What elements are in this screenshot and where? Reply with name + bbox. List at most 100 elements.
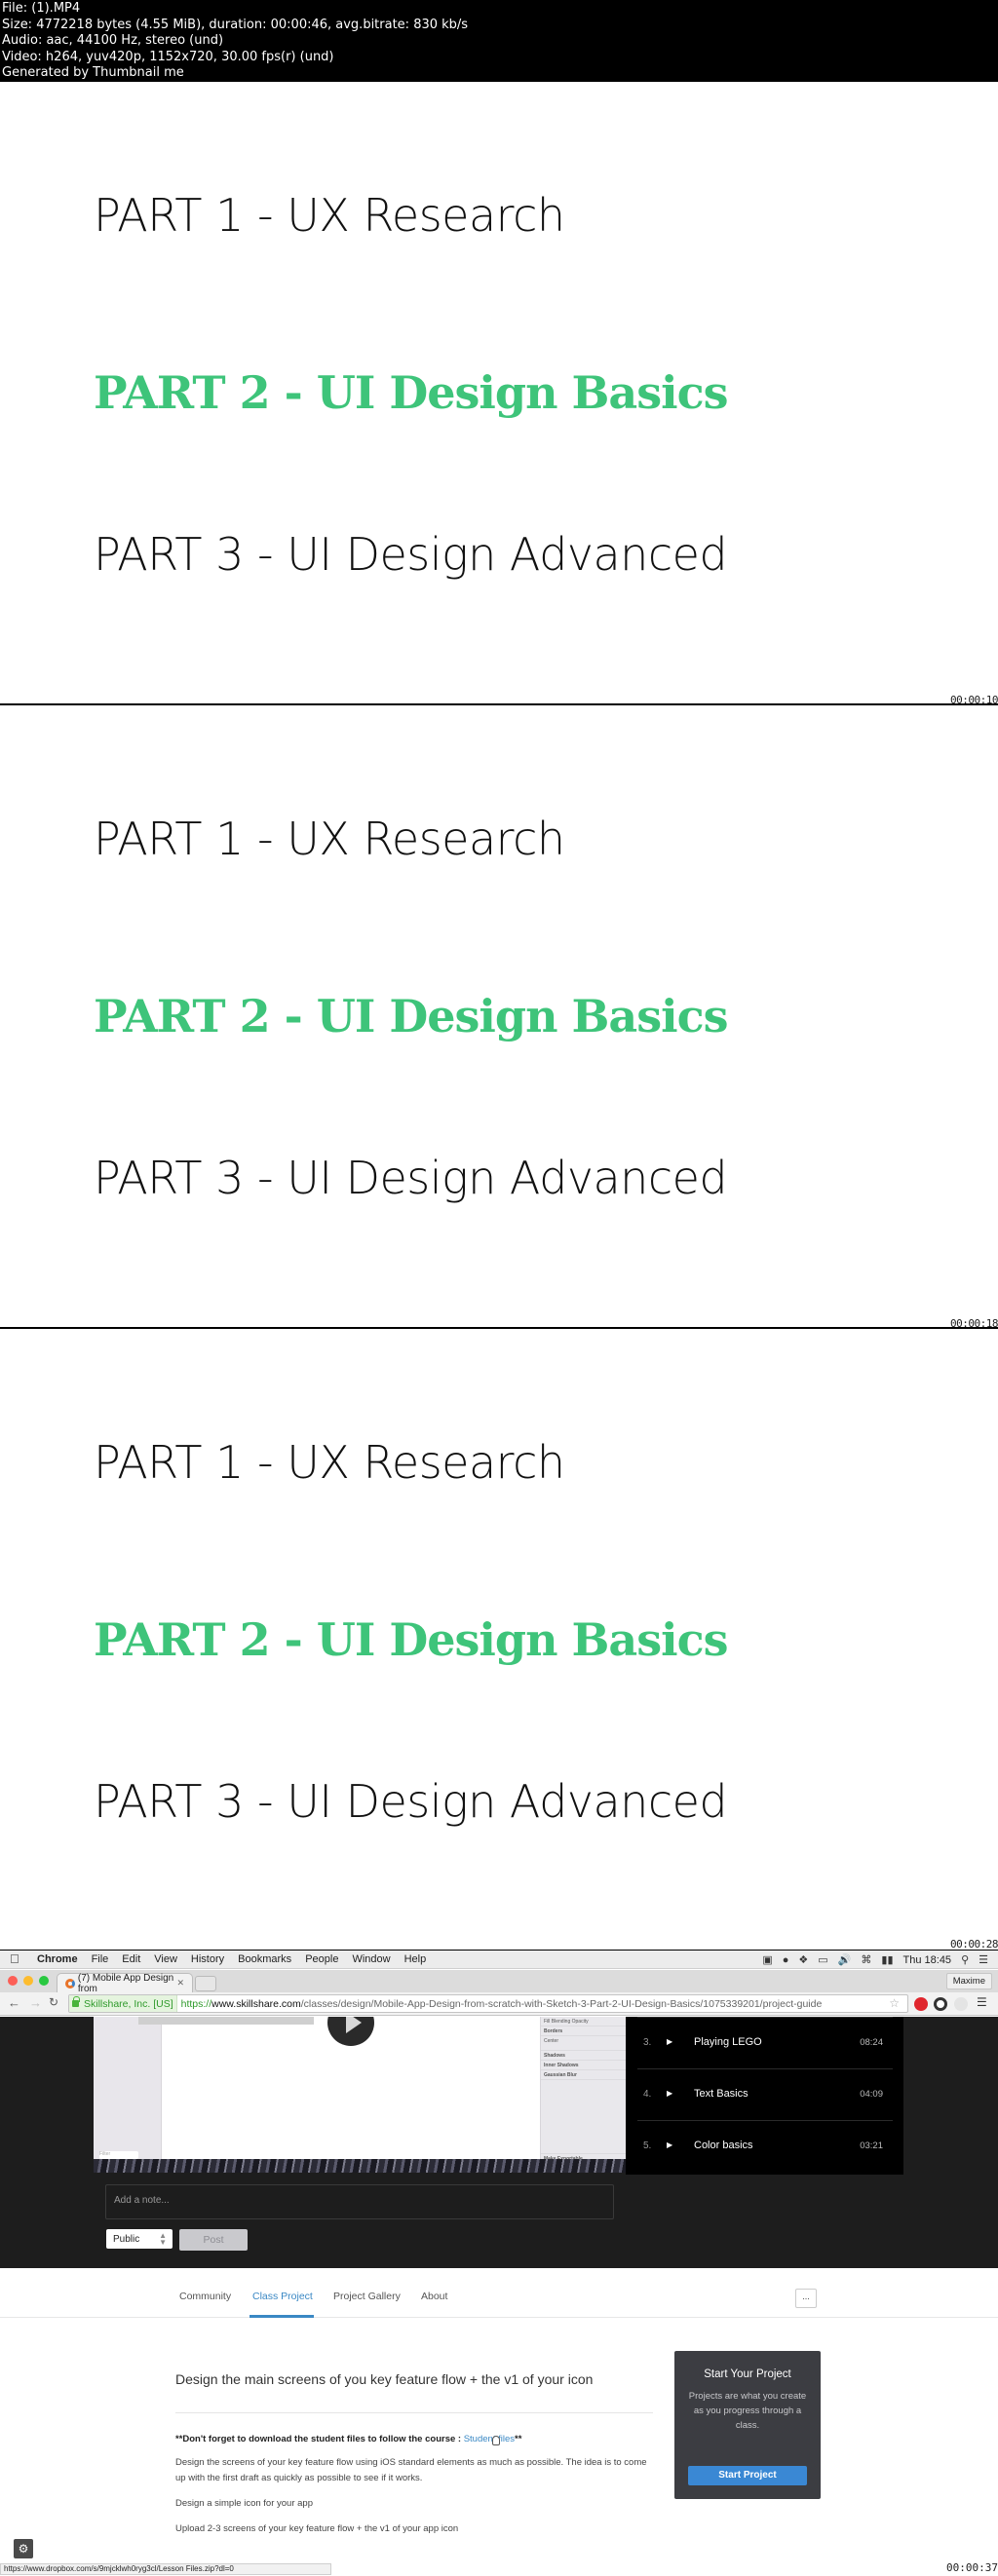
- menu-view[interactable]: View: [154, 1953, 177, 1965]
- evernote-icon[interactable]: ●: [783, 1954, 789, 1966]
- playlist-item[interactable]: 3. ▶ Playing LEGO 08:24: [637, 2017, 893, 2067]
- slide-part-2: PART 2 - UI Design Basics: [94, 1613, 728, 1666]
- lesson-title: Text Basics: [694, 2088, 748, 2100]
- apple-menu-icon[interactable]: : [10, 1952, 23, 1966]
- reload-icon[interactable]: ↻: [49, 1995, 58, 2009]
- screen-record-icon[interactable]: ▣: [762, 1953, 772, 1966]
- lesson-playlist: 3. ▶ Playing LEGO 08:24 4. ▶ Text Basics…: [626, 2017, 903, 2175]
- select-arrows-icon: ▲ ▼: [159, 2231, 167, 2247]
- video-frame-2: PART 1 - UX Research PART 2 - UI Design …: [0, 705, 998, 1330]
- volume-icon[interactable]: 🔊: [838, 1953, 852, 1966]
- video-frame-4-browser:  Chrome File Edit View History Bookmark…: [0, 1951, 998, 2576]
- slide-part-2: PART 2 - UI Design Basics: [94, 366, 728, 419]
- frame-timestamp: 00:00:37: [946, 2561, 998, 2574]
- dropbox-icon[interactable]: ❖: [798, 1953, 808, 1966]
- spotlight-icon[interactable]: ⚲: [961, 1953, 969, 1966]
- menubar-clock[interactable]: Thu 18:45: [903, 1954, 952, 1966]
- battery-icon[interactable]: ▮▮: [881, 1953, 893, 1966]
- slide-part-2: PART 2 - UI Design Basics: [94, 990, 728, 1042]
- more-options-button[interactable]: ...: [795, 2289, 817, 2308]
- browser-tabbar: (7) Mobile App Design from ✕ Maxime: [0, 1970, 998, 1994]
- slide-part-1: PART 1 - UX Research: [94, 813, 565, 865]
- hand-cursor-icon: [492, 2436, 500, 2445]
- play-icon: ▶: [667, 2037, 673, 2046]
- forward-arrow-icon[interactable]: →: [29, 1995, 42, 2010]
- tab-community[interactable]: Community: [179, 2291, 231, 2302]
- menu-window[interactable]: Window: [352, 1953, 390, 1965]
- play-button-icon[interactable]: [327, 2017, 374, 2046]
- video-player[interactable]: Filter Fill Blending Opacity Borders Cen…: [94, 2017, 626, 2173]
- slide-part-1: PART 1 - UX Research: [94, 189, 565, 242]
- reminder-suffix: **: [515, 2434, 522, 2444]
- lesson-title: Playing LEGO: [694, 2036, 762, 2048]
- slide-part-1: PART 1 - UX Research: [94, 1436, 565, 1489]
- file-info-line: Size: 4772218 bytes (4.55 MiB), duration…: [2, 17, 469, 32]
- inspector-row: Center: [541, 2036, 626, 2051]
- address-bar[interactable]: Skillshare, Inc. [US] https:// www.skill…: [68, 1994, 908, 2013]
- tab-about[interactable]: About: [421, 2291, 447, 2302]
- start-project-button[interactable]: Start Project: [688, 2466, 807, 2485]
- menu-app-chrome[interactable]: Chrome: [37, 1953, 78, 1965]
- lesson-number: 5.: [643, 2140, 652, 2151]
- browser-tab-active[interactable]: (7) Mobile App Design from ✕: [57, 1973, 193, 1994]
- video-player-area: Filter Fill Blending Opacity Borders Cen…: [0, 2017, 998, 2268]
- playlist-item[interactable]: 5. ▶ Color basics 03:21: [637, 2120, 893, 2171]
- settings-gear-icon[interactable]: ⚙: [14, 2539, 33, 2558]
- menu-people[interactable]: People: [305, 1953, 338, 1965]
- lesson-number: 4.: [643, 2089, 652, 2100]
- ev-certificate-badge[interactable]: Skillshare, Inc. [US]: [69, 1995, 177, 2012]
- pinterest-extension-icon[interactable]: [914, 1997, 928, 2011]
- back-arrow-icon[interactable]: ←: [8, 1995, 20, 2010]
- add-note-input[interactable]: Add a note...: [105, 2184, 614, 2219]
- file-info-line: File: (1).MP4: [2, 1, 81, 16]
- menu-bookmarks[interactable]: Bookmarks: [238, 1953, 291, 1965]
- profile-button[interactable]: Maxime: [945, 1973, 992, 1989]
- student-files-link[interactable]: Student files: [464, 2434, 515, 2444]
- playlist-item[interactable]: 4. ▶ Text Basics 04:09: [637, 2068, 893, 2119]
- extension-icon[interactable]: [934, 1997, 947, 2011]
- layer-filter-input: Filter: [99, 2151, 138, 2159]
- menu-edit[interactable]: Edit: [122, 1953, 140, 1965]
- play-icon: ▶: [667, 2089, 673, 2098]
- lesson-duration: 04:09: [860, 2089, 883, 2100]
- window-zoom-button[interactable]: [39, 1976, 49, 1986]
- window-close-button[interactable]: [8, 1976, 18, 1986]
- tab-project-gallery[interactable]: Project Gallery: [333, 2291, 401, 2302]
- notification-center-icon[interactable]: ☰: [979, 1953, 988, 1966]
- lesson-number: 3.: [643, 2037, 652, 2048]
- url-scheme: https://: [180, 1997, 212, 2010]
- slide-part-3: PART 3 - UI Design Advanced: [94, 1152, 728, 1204]
- window-minimize-button[interactable]: [23, 1976, 33, 1986]
- lesson-title: Color basics: [694, 2140, 753, 2151]
- menu-history[interactable]: History: [191, 1953, 224, 1965]
- menu-file[interactable]: File: [92, 1953, 109, 1965]
- card-title: Start Your Project: [704, 2368, 791, 2380]
- file-info-line: Generated by Thumbnail me: [2, 65, 184, 80]
- play-icon: ▶: [667, 2140, 673, 2149]
- desktop-wallpaper-strip: [94, 2159, 626, 2173]
- file-info-header: File: (1).MP4 Size: 4772218 bytes (4.55 …: [0, 0, 998, 81]
- lock-icon: [72, 1996, 80, 2007]
- project-paragraph: Design a simple icon for your app: [175, 2498, 313, 2509]
- new-tab-button[interactable]: [195, 1976, 216, 1991]
- airplay-icon[interactable]: ▭: [818, 1953, 827, 1966]
- video-progress-bar[interactable]: [138, 2017, 314, 2025]
- frame-timestamp: 00:00:28: [950, 1938, 998, 1951]
- project-paragraph: Design the screens of your key feature f…: [175, 2457, 647, 2483]
- file-info-line: Video: h264, yuv420p, 1152x720, 30.00 fp…: [2, 49, 334, 64]
- tab-close-icon[interactable]: ✕: [176, 1978, 184, 1989]
- wifi-icon[interactable]: ⌘: [861, 1953, 871, 1966]
- slide-part-3: PART 3 - UI Design Advanced: [94, 1775, 728, 1828]
- skillshare-favicon-icon: [65, 1978, 75, 1989]
- post-note-button[interactable]: Post: [179, 2229, 248, 2251]
- tab-class-project[interactable]: Class Project: [252, 2291, 313, 2302]
- note-privacy-select[interactable]: Public ▲ ▼: [106, 2229, 173, 2249]
- chrome-menu-icon[interactable]: ☰: [977, 1995, 987, 2009]
- bookmark-star-icon[interactable]: ☆: [889, 1996, 900, 2010]
- sketch-layers-pane: Filter: [94, 2017, 162, 2163]
- menu-help[interactable]: Help: [404, 1953, 427, 1965]
- class-tabs: Community Class Project Project Gallery …: [0, 2269, 998, 2318]
- disabled-extension-icon[interactable]: [954, 1997, 968, 2011]
- start-project-card: Start Your Project Projects are what you…: [674, 2351, 821, 2499]
- slide-part-3: PART 3 - UI Design Advanced: [94, 528, 728, 581]
